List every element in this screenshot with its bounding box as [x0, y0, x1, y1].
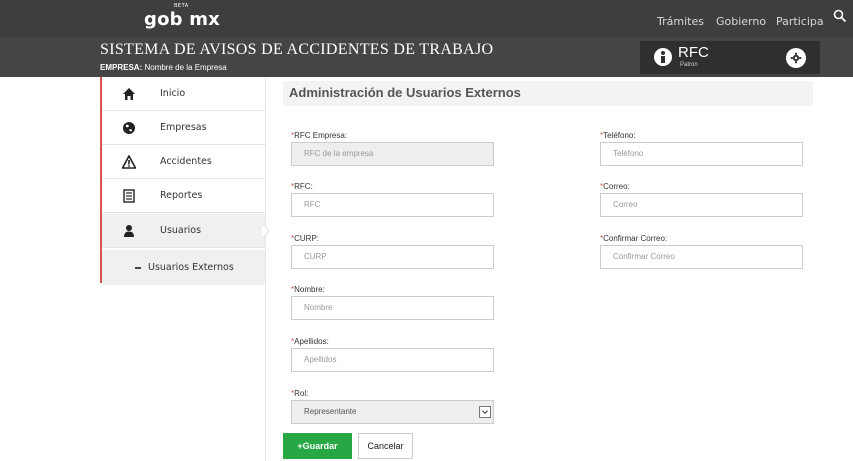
search-icon[interactable] — [833, 9, 847, 23]
gobmx-logo[interactable]: gob mx BETA — [144, 3, 220, 30]
sidebar-item-label: Empresas — [160, 122, 207, 133]
company-name: Nombre de la Empresa — [144, 63, 227, 72]
sidebar-item-label: Reportes — [160, 190, 203, 201]
curp-field[interactable]: CURP — [291, 245, 494, 269]
telefono-label: *Teléfono: — [600, 131, 636, 140]
sidebar-divider — [265, 77, 266, 461]
rfc-label: RFC — [678, 44, 709, 61]
nombre-label: *Nombre: — [291, 285, 325, 294]
rfc-empresa-label: *RFC Empresa: — [291, 131, 348, 140]
chevron-down-icon — [479, 406, 491, 418]
rfc-empresa-field[interactable]: RFC de la empresa — [291, 142, 494, 166]
rol-label: *Rol: — [291, 389, 309, 398]
app-header: SISTEMA DE AVISOS DE ACCIDENTES DE TRABA… — [0, 37, 853, 77]
home-icon — [123, 88, 135, 100]
sidebar-item-label: Accidentes — [160, 156, 212, 167]
nav-link-participa[interactable]: Participa — [776, 15, 824, 28]
sidebar-item-label: Usuarios — [160, 225, 202, 236]
sidebar-item-label: Inicio — [160, 88, 186, 99]
user-icon — [124, 225, 134, 237]
rfc-field[interactable]: RFC — [291, 193, 494, 217]
sidebar-item-accidentes[interactable]: Accidentes — [102, 145, 265, 179]
apellidos-label: *Apellidos: — [291, 337, 329, 346]
apellidos-field[interactable]: Apellidos — [291, 348, 494, 372]
active-pointer-icon — [262, 223, 270, 239]
save-button[interactable]: +Guardar — [283, 433, 352, 459]
correo-label: *Correo: — [600, 182, 630, 191]
rol-selected-value: Representante — [304, 407, 357, 416]
sidebar-item-empresas[interactable]: Empresas — [102, 111, 265, 145]
sidebar-subitem-label: Usuarios Externos — [148, 262, 234, 273]
app-title: SISTEMA DE AVISOS DE ACCIDENTES DE TRABA… — [100, 41, 494, 58]
nombre-field[interactable]: Nombre — [291, 296, 494, 320]
rfc-user-box[interactable]: RFC Patron — [640, 41, 820, 74]
beta-badge: BETA — [174, 3, 189, 9]
nav-link-gobierno[interactable]: Gobierno — [716, 15, 766, 28]
report-icon — [123, 189, 135, 203]
settings-button[interactable] — [786, 48, 806, 68]
save-label: Guardar — [302, 441, 338, 451]
company-info: EMPRESA: Nombre de la Empresa — [100, 63, 227, 72]
rfc-sub-label: Patron — [680, 62, 698, 68]
sidebar-subitem-usuarios-externos[interactable]: Usuarios Externos — [102, 250, 265, 285]
logo-mx: mx — [189, 9, 220, 30]
page-title: Administración de Usuarios Externos — [289, 85, 521, 100]
top-navbar: gob mx BETA Trámites Gobierno Participa — [0, 0, 853, 37]
company-label: EMPRESA: — [100, 63, 143, 72]
cancel-button[interactable]: Cancelar — [358, 433, 413, 459]
confirmar-correo-field[interactable]: Confirmar Correo — [600, 245, 803, 269]
correo-field[interactable]: Correo — [600, 193, 803, 217]
gear-icon — [790, 52, 802, 64]
dash-icon — [135, 267, 141, 269]
rol-select[interactable]: Representante — [291, 400, 494, 424]
warning-icon — [122, 155, 136, 169]
rfc-label-field: *RFC: — [291, 182, 313, 191]
logo-text: gob — [144, 9, 183, 30]
sidebar-item-usuarios[interactable]: Usuarios — [102, 214, 265, 248]
telefono-field[interactable]: Teléfono — [600, 142, 803, 166]
user-circle-icon — [654, 48, 672, 66]
nav-link-tramites[interactable]: Trámites — [657, 15, 704, 28]
sidebar-item-inicio[interactable]: Inicio — [102, 77, 265, 111]
confirmar-correo-label: *Confirmar Correo: — [600, 234, 668, 243]
sidebar-item-reportes[interactable]: Reportes — [102, 179, 265, 213]
curp-label: *CURP: — [291, 234, 320, 243]
globe-icon — [123, 122, 135, 134]
sidebar: Inicio Empresas Accidentes Reportes Usua… — [100, 77, 265, 285]
panel-title-bar: Administración de Usuarios Externos — [283, 81, 813, 106]
